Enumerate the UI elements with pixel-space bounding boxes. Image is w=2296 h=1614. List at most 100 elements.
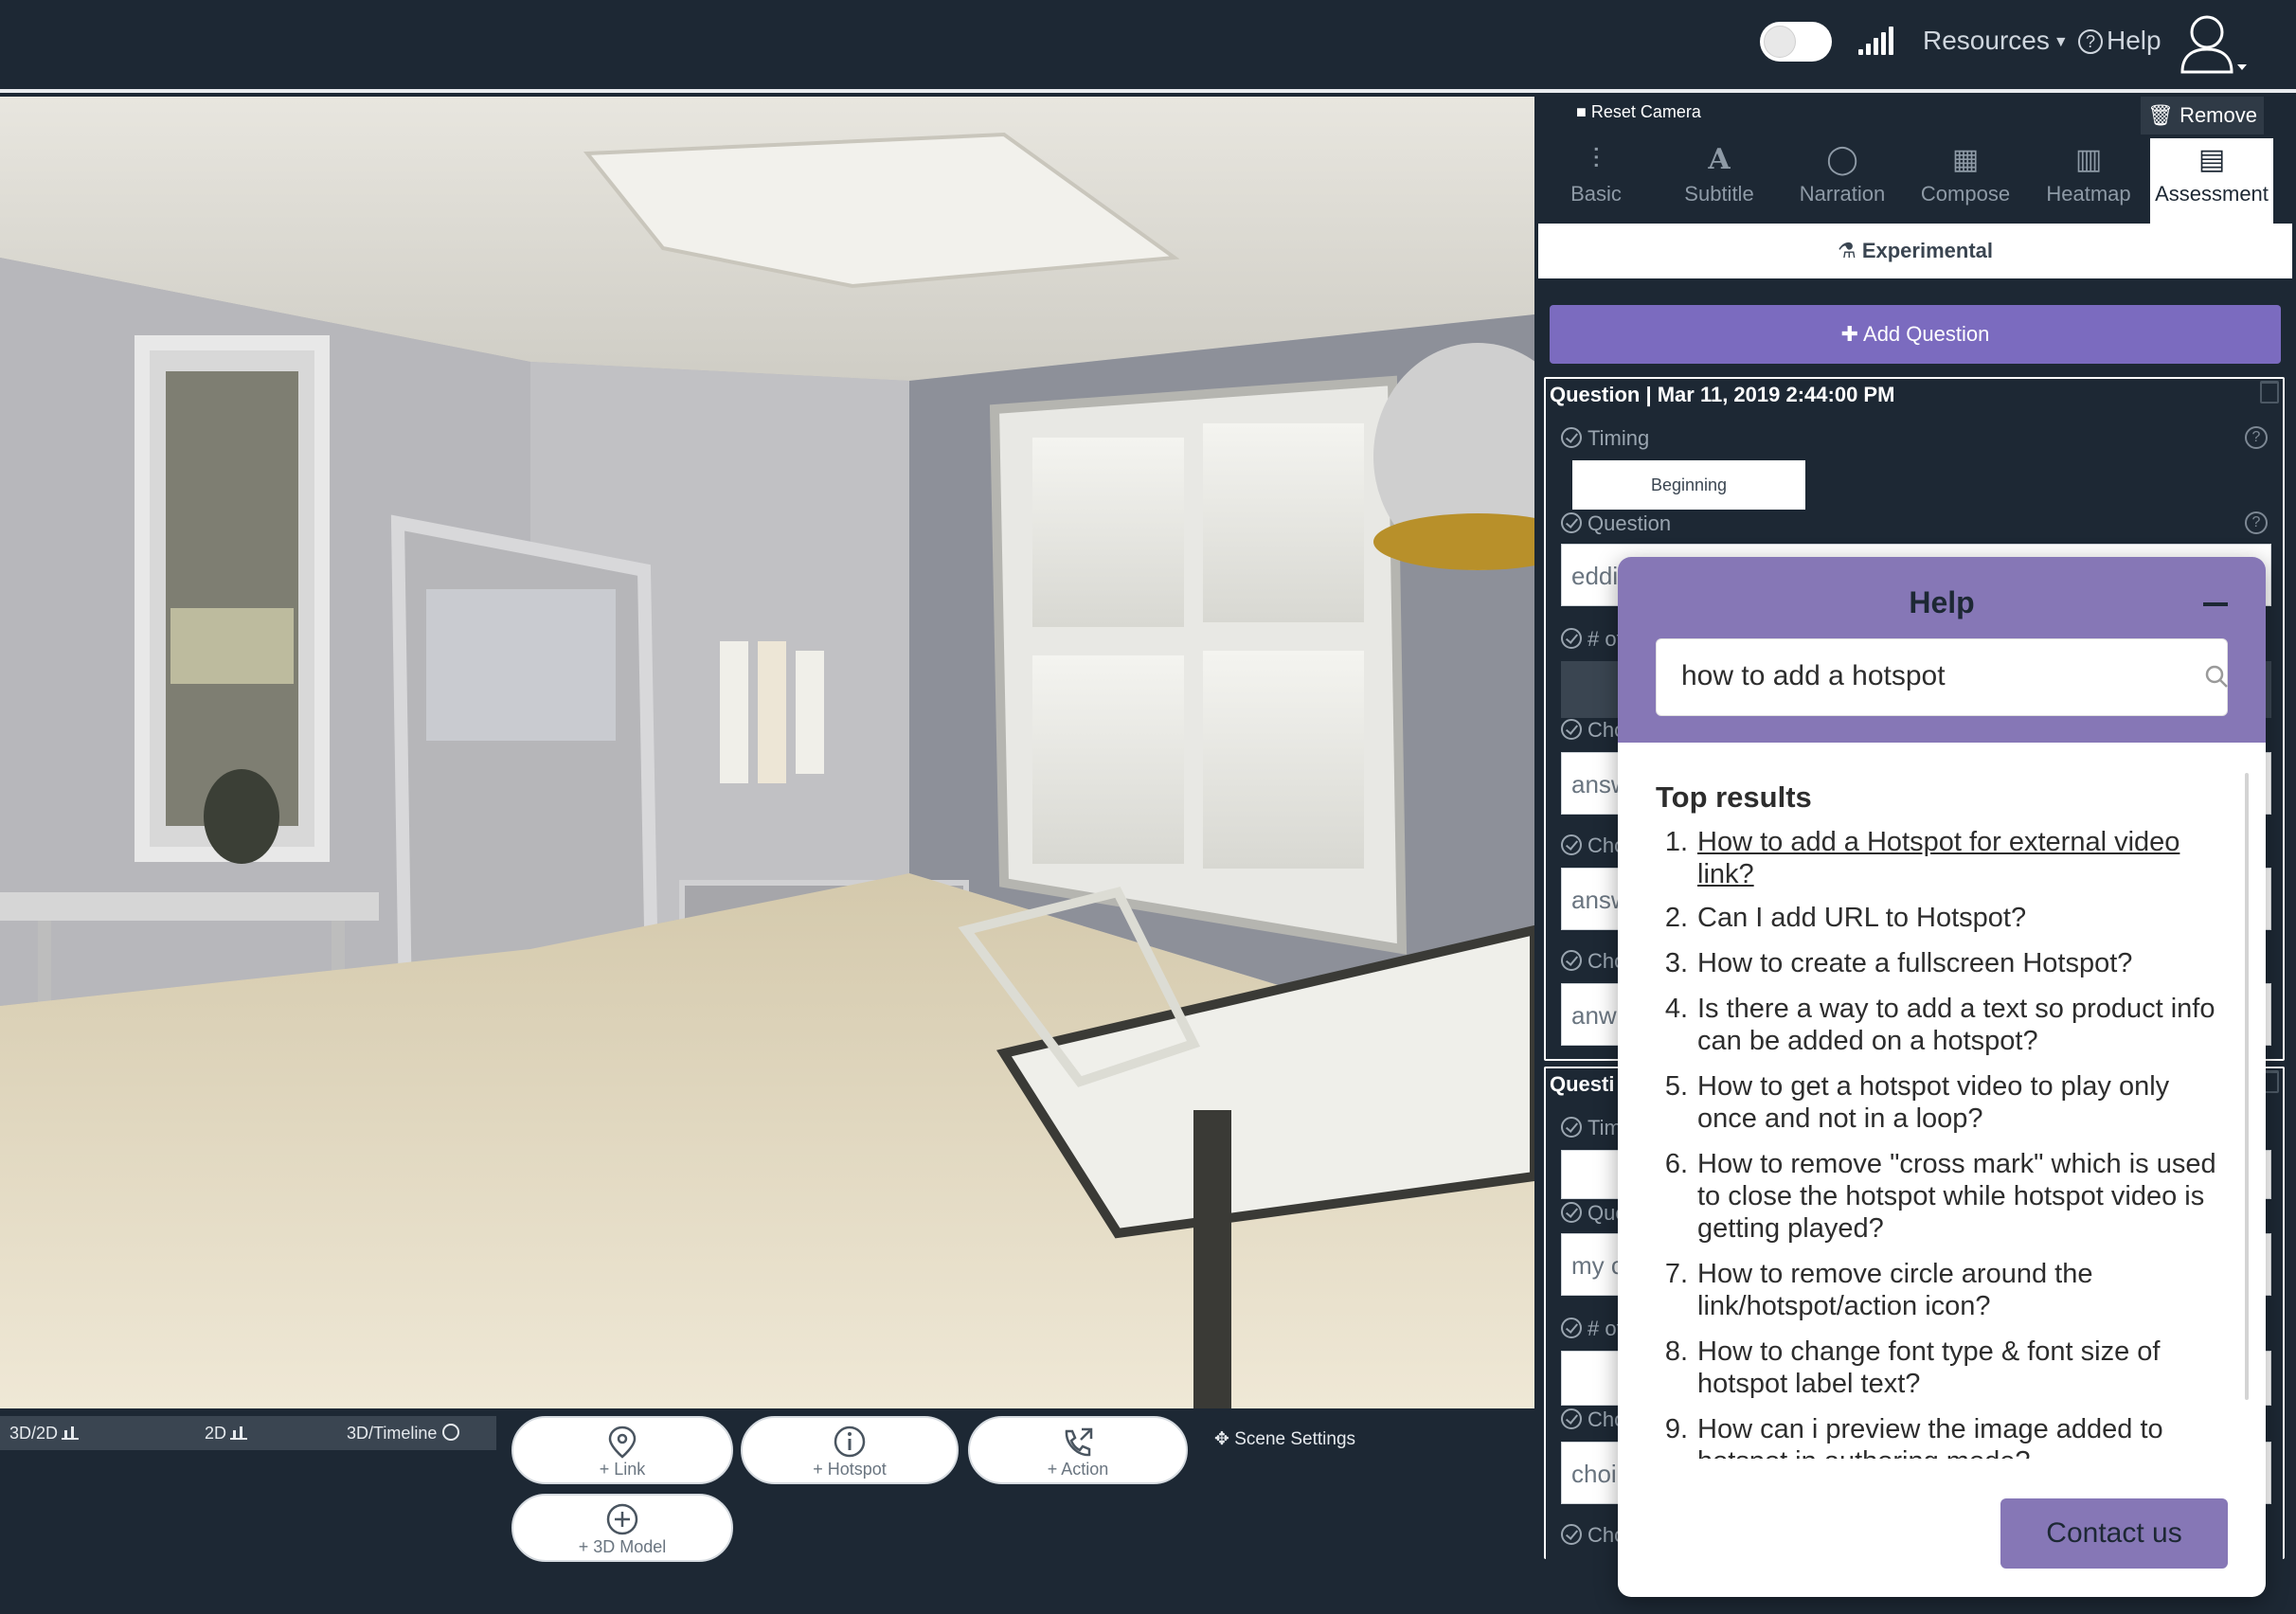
user-avatar-icon[interactable]: [2179, 13, 2247, 74]
help-results-list: 1. How to add a Hotspot for external vide…: [1656, 826, 2224, 1459]
room-scene-image: [0, 97, 1534, 1408]
result-link[interactable]: Can I add URL to Hotspot?: [1697, 902, 2216, 934]
add-action-label: + Action: [1047, 1460, 1109, 1479]
delete-question-icon[interactable]: [2260, 381, 2279, 404]
add-link-button[interactable]: + Link: [511, 1416, 733, 1484]
resources-label: Resources: [1923, 26, 2050, 55]
check-circle-icon: [1561, 512, 1582, 533]
map-pin-icon: [608, 1426, 637, 1459]
signal-icon[interactable]: [1858, 25, 1893, 55]
mode-3d-2d-button[interactable]: 3D/2D: [9, 1416, 80, 1450]
contact-us-button[interactable]: Contact us: [2000, 1498, 2228, 1569]
plus-icon: ✚: [1840, 322, 1864, 346]
minimize-icon[interactable]: [2203, 602, 2228, 606]
resources-menu[interactable]: Resources ▼: [1923, 25, 2069, 59]
add-hotspot-label: + Hotspot: [813, 1460, 887, 1479]
question-help-icon[interactable]: ?: [2245, 511, 2268, 534]
chevron-down-icon: ▼: [2053, 33, 2069, 50]
help-title: Help: [1909, 585, 1975, 619]
help-link[interactable]: ? Help: [2078, 25, 2161, 57]
experimental-banner: ⚗ Experimental: [1538, 224, 2292, 278]
tab-heatmap-label: Heatmap: [2046, 182, 2131, 206]
reset-camera-button[interactable]: ■ Reset Camera: [1576, 102, 1701, 122]
choice-label-2: Cho: [1561, 834, 1625, 858]
scene-viewer[interactable]: [0, 97, 1534, 1408]
timing-select[interactable]: Beginning: [1572, 460, 1805, 510]
plus-circle-icon: [606, 1503, 638, 1535]
help-widget: Help how to add a hotspot Top results 1.…: [1618, 557, 2266, 1597]
help-header: Help how to add a hotspot: [1618, 557, 2266, 743]
timing-label-text: Tim: [1587, 1116, 1622, 1139]
speech-icon: ◯: [1826, 144, 1858, 175]
experimental-label: Experimental: [1861, 239, 1993, 262]
choice-count-label: # of: [1561, 627, 1623, 652]
remove-label: Remove: [2179, 103, 2257, 127]
video-camera-icon: ■: [1576, 102, 1591, 121]
help-search-box[interactable]: how to add a hotspot: [1656, 638, 2228, 716]
result-number: 2.: [1664, 903, 1688, 933]
tab-basic-label: Basic: [1570, 182, 1622, 206]
film-icon: ▦: [1951, 144, 1980, 175]
mode-timeline-button[interactable]: 3D/Timeline: [347, 1416, 460, 1450]
check-circle-icon: [1561, 950, 1582, 971]
mode-3d-2d-label: 3D/2D: [9, 1424, 59, 1443]
results-scrollbar[interactable]: [2245, 773, 2249, 1400]
question-title: Questi: [1550, 1072, 1615, 1096]
result-number: 9.: [1664, 1414, 1688, 1444]
phone-outgoing-icon: [1065, 1427, 1093, 1457]
view-mode-bar: 3D/2D 2D 3D/Timeline: [0, 1416, 496, 1450]
bar-chart-icon: ▥: [2074, 144, 2103, 175]
check-circle-icon: [1561, 1408, 1582, 1429]
check-circle-icon: [1561, 628, 1582, 649]
timing-label-text: Timing: [1587, 426, 1650, 450]
choice-label-1: Cho: [1561, 718, 1625, 743]
remove-button[interactable]: 🗑 Remove: [2141, 97, 2264, 134]
app-root: { "topbar": { "resources_label": "Resour…: [0, 0, 2296, 1614]
tab-basic[interactable]: ⫶ Basic: [1534, 138, 1658, 224]
result-link[interactable]: How to remove circle around the link/hot…: [1697, 1258, 2216, 1322]
flask-icon: ⚗: [1837, 239, 1862, 262]
check-circle-icon: [1561, 1318, 1582, 1338]
scene-settings-button[interactable]: ✥ Scene Settings: [1214, 1428, 1355, 1450]
tab-subtitle-label: Subtitle: [1684, 182, 1754, 206]
timing-label: Tim: [1561, 1116, 1622, 1140]
add-hotspot-button[interactable]: + Hotspot: [741, 1416, 959, 1484]
mode-2d-label: 2D: [205, 1424, 227, 1443]
help-search-input[interactable]: how to add a hotspot: [1681, 660, 1946, 692]
choice-label-2: Cho: [1561, 1523, 1625, 1548]
result-number: 7.: [1664, 1259, 1688, 1289]
tab-compose[interactable]: ▦ Compose: [1904, 138, 2027, 224]
settings-crosshair-icon: ✥: [1214, 1429, 1235, 1449]
add-action-button[interactable]: + Action: [968, 1416, 1188, 1484]
bar-chart-icon: [230, 1426, 248, 1440]
question-label-text: Question: [1587, 511, 1672, 535]
result-number: 1.: [1664, 827, 1688, 857]
result-link[interactable]: How to add a Hotspot for external video …: [1697, 826, 2216, 890]
result-number: 6.: [1664, 1149, 1688, 1179]
result-link[interactable]: How to change font type & font size of h…: [1697, 1336, 2216, 1400]
result-link[interactable]: How to create a fullscreen Hotspot?: [1697, 947, 2216, 979]
check-circle-icon: [1561, 1202, 1582, 1223]
result-link[interactable]: How to remove "cross mark" which is used…: [1697, 1148, 2216, 1245]
add-3d-model-button[interactable]: + 3D Model: [511, 1494, 733, 1562]
check-circle-icon: [1561, 719, 1582, 740]
list-icon: ▤: [2197, 144, 2226, 175]
mode-timeline-label: 3D/Timeline: [347, 1424, 438, 1443]
toggle-knob: [1764, 26, 1796, 58]
add-question-button[interactable]: ✚ Add Question: [1550, 305, 2281, 364]
result-link[interactable]: How can i preview the image added to hot…: [1697, 1413, 2216, 1459]
mode-2d-button[interactable]: 2D: [205, 1416, 248, 1450]
choice-count-label: # of: [1561, 1317, 1623, 1341]
search-icon[interactable]: [2204, 664, 2229, 689]
tab-assessment[interactable]: ▤ Assessment: [2150, 138, 2273, 224]
result-link[interactable]: How to get a hotspot video to play only …: [1697, 1070, 2216, 1135]
tab-heatmap[interactable]: ▥ Heatmap: [2027, 138, 2150, 224]
tab-subtitle[interactable]: A Subtitle: [1658, 138, 1781, 224]
help-icon: ?: [2078, 29, 2103, 54]
result-link[interactable]: Is there a way to add a text so product …: [1697, 993, 2216, 1057]
tab-narration[interactable]: ◯ Narration: [1781, 138, 1904, 224]
scene-settings-label: Scene Settings: [1234, 1429, 1356, 1449]
timing-help-icon[interactable]: ?: [2245, 426, 2268, 449]
theme-toggle[interactable]: [1760, 22, 1832, 62]
add-question-label: Add Question: [1863, 322, 1990, 346]
